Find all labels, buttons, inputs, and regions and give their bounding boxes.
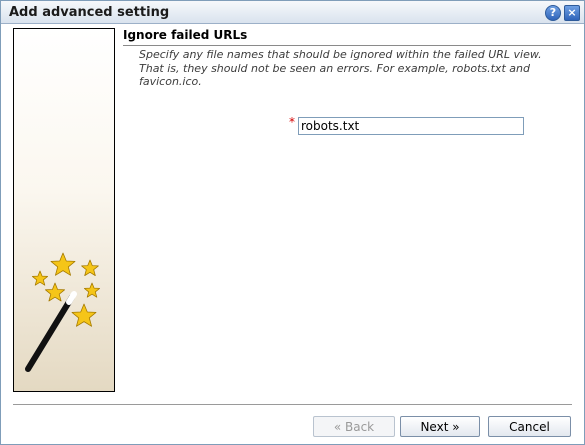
section-divider [123,45,571,46]
add-advanced-setting-dialog: Add advanced setting ? × Ignore failed U… [0,0,585,445]
next-button[interactable]: Next » [400,416,480,437]
dialog-title: Add advanced setting [9,5,170,20]
file-name-input[interactable] [298,117,524,135]
dialog-titlebar: Add advanced setting ? × [1,1,584,24]
magic-wand-icon [25,252,100,372]
back-button[interactable]: « Back [313,416,395,437]
close-icon: × [567,6,577,19]
footer-divider [13,404,572,406]
cancel-button[interactable]: Cancel [488,416,571,437]
help-button[interactable]: ? [545,5,561,21]
close-button[interactable]: × [564,5,580,21]
help-icon: ? [549,6,557,19]
section-title: Ignore failed URLs [123,28,248,42]
wizard-image-panel [13,28,115,392]
section-description: Specify any file names that should be ig… [139,48,542,88]
required-indicator: * [289,115,295,129]
